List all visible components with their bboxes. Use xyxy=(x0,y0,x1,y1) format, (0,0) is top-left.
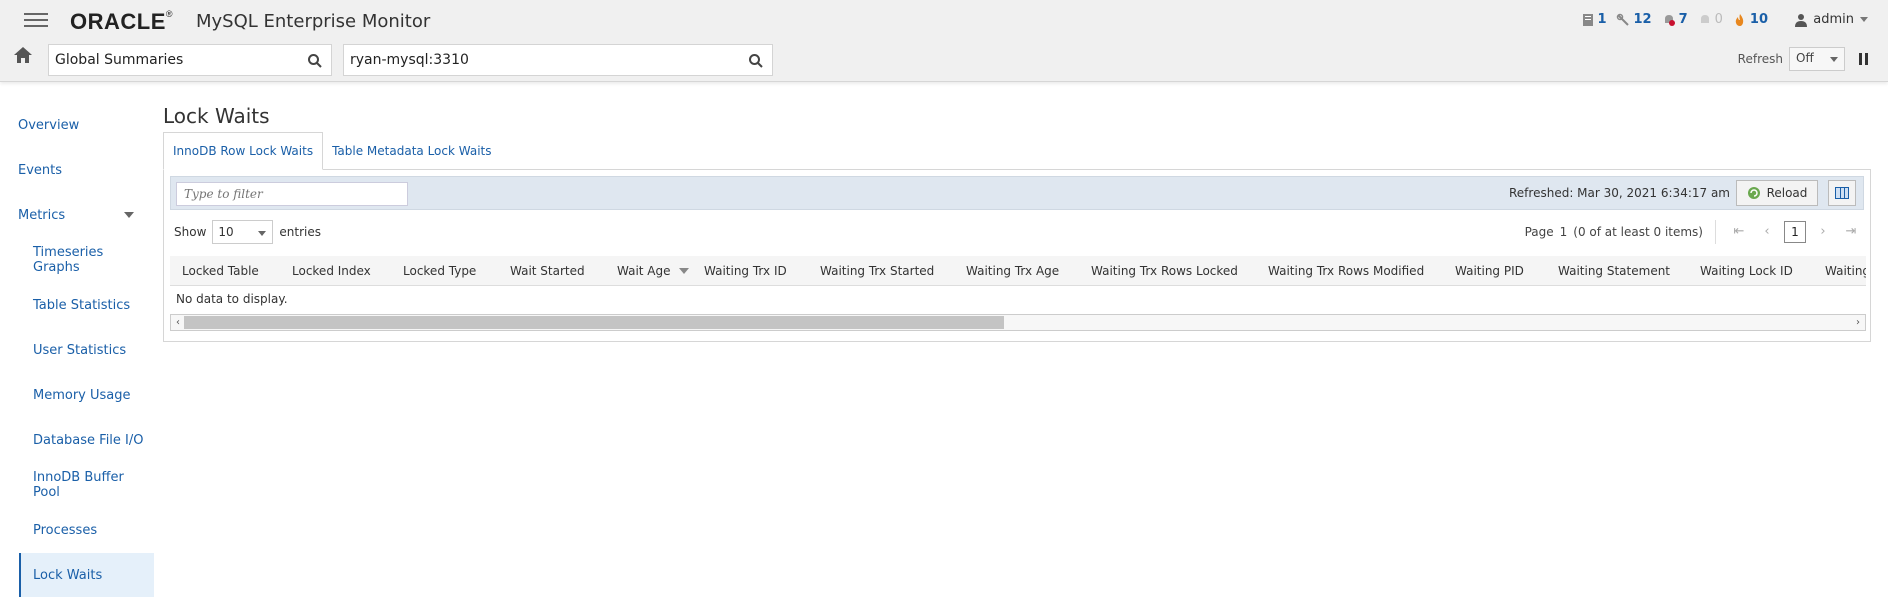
page-number: 1 xyxy=(1559,225,1568,239)
muted-count: 0 xyxy=(1714,12,1723,27)
sidebar-item-innodb-buffer-pool[interactable]: InnoDB Buffer Pool xyxy=(19,463,154,507)
column-header[interactable]: Waiting Trx Started xyxy=(808,256,954,285)
entries-select[interactable]: 10 xyxy=(212,220,274,244)
sort-desc-icon xyxy=(678,267,689,274)
fire-status[interactable]: 10 xyxy=(1733,12,1768,27)
alert-count: 7 xyxy=(1678,12,1688,27)
column-header-label: Wait Age xyxy=(617,263,671,278)
column-header[interactable]: Locked Table xyxy=(170,256,280,285)
alert-status[interactable]: 7 xyxy=(1662,12,1688,27)
column-header[interactable]: Waiting Lock ID xyxy=(1688,256,1813,285)
column-header[interactable]: Waiting PID xyxy=(1443,256,1546,285)
horizontal-scrollbar[interactable]: ‹ › xyxy=(170,314,1866,331)
column-header[interactable]: Waiting Trx ID xyxy=(692,256,808,285)
server-count: 1 xyxy=(1597,12,1607,27)
page-info: (0 of at least 0 items) xyxy=(1573,225,1703,239)
home-icon[interactable] xyxy=(12,44,34,66)
tab-bar: InnoDB Row Lock Waits Table Metadata Loc… xyxy=(163,132,500,170)
column-header[interactable]: Waiting Trx Rows Modified xyxy=(1256,256,1443,285)
pagination: Page 1 (0 of at least 0 items) ⇤ ‹ 1 › ⇥ xyxy=(1525,220,1862,244)
column-header[interactable]: Locked Index xyxy=(280,256,391,285)
refresh-label: Refresh xyxy=(1737,52,1783,66)
column-chooser-button[interactable] xyxy=(1828,180,1856,206)
first-page-icon[interactable]: ⇤ xyxy=(1728,221,1750,243)
oracle-logo: ORACLE® xyxy=(70,9,174,34)
fire-count: 10 xyxy=(1749,12,1768,27)
column-header[interactable]: Waiting Trx Age xyxy=(954,256,1079,285)
group-search-box xyxy=(48,44,332,76)
sidebar-item-table-statistics[interactable]: Table Statistics xyxy=(19,283,154,327)
fire-icon xyxy=(1735,13,1744,26)
prev-page-icon[interactable]: ‹ xyxy=(1756,221,1778,243)
show-label: Show xyxy=(174,225,207,239)
user-icon xyxy=(1795,13,1808,27)
hamburger-menu-icon[interactable] xyxy=(24,13,48,29)
sidebar-item-database-file-io[interactable]: Database File I/O xyxy=(19,418,154,462)
sidebar-item-overview[interactable]: Overview xyxy=(18,103,154,147)
reload-icon xyxy=(1747,187,1760,199)
search-icon[interactable] xyxy=(748,53,764,69)
search-icon[interactable] xyxy=(307,53,323,69)
username: admin xyxy=(1813,12,1854,27)
column-header[interactable]: Waiting Trx Rows Locked xyxy=(1079,256,1256,285)
query-status[interactable]: 12 xyxy=(1616,12,1652,27)
sidebar-item-timeseries-graphs[interactable]: Timeseries Graphs xyxy=(19,238,154,282)
instance-search-input[interactable] xyxy=(344,45,530,75)
muted-bell-icon xyxy=(1700,14,1709,23)
page-title: Lock Waits xyxy=(163,104,270,128)
divider xyxy=(1715,220,1716,244)
sidebar-item-processes[interactable]: Processes xyxy=(19,508,154,552)
columns-icon xyxy=(1835,187,1849,199)
sidebar-item-memory-usage[interactable]: Memory Usage xyxy=(19,373,154,417)
column-header[interactable]: Wait Started xyxy=(498,256,605,285)
entries-label: entries xyxy=(279,225,321,239)
sidebar-item-label: Metrics xyxy=(18,207,66,223)
tab-table-metadata-lock-waits[interactable]: Table Metadata Lock Waits xyxy=(323,132,500,170)
server-status[interactable]: 1 xyxy=(1582,12,1606,27)
refreshed-timestamp: Refreshed: Mar 30, 2021 6:34:17 am xyxy=(1509,186,1730,200)
instance-search-box xyxy=(343,44,773,76)
sidebar: Overview Events Metrics Timeseries Graph… xyxy=(0,82,154,605)
page-label: Page xyxy=(1524,225,1554,239)
product-title: MySQL Enterprise Monitor xyxy=(196,11,431,32)
no-data-message: No data to display. xyxy=(176,292,288,306)
sidebar-item-metrics[interactable]: Metrics xyxy=(18,193,154,237)
column-header[interactable]: Locked Type xyxy=(391,256,498,285)
scroll-right-icon[interactable]: › xyxy=(1852,316,1864,329)
muted-status[interactable]: 0 xyxy=(1698,12,1723,27)
sidebar-item-events[interactable]: Events xyxy=(18,148,154,192)
last-page-icon[interactable]: ⇥ xyxy=(1840,221,1862,243)
scroll-left-icon[interactable]: ‹ xyxy=(172,316,184,329)
column-header[interactable]: Waiting xyxy=(1813,256,1866,285)
reload-label: Reload xyxy=(1766,186,1808,200)
sidebar-item-lock-waits[interactable]: Lock Waits xyxy=(19,553,154,597)
chevron-down-icon xyxy=(1860,16,1868,22)
lock-waits-panel: Refreshed: Mar 30, 2021 6:34:17 am Reloa… xyxy=(163,169,1871,342)
next-page-icon[interactable]: › xyxy=(1812,221,1834,243)
sidebar-item-user-statistics[interactable]: User Statistics xyxy=(19,328,154,372)
scrollbar-thumb[interactable] xyxy=(184,316,1004,329)
user-menu[interactable]: admin xyxy=(1795,12,1868,27)
refresh-select[interactable]: Off xyxy=(1789,47,1845,71)
column-header[interactable]: Waiting Statement xyxy=(1546,256,1688,285)
column-header-sorted[interactable]: Wait Age xyxy=(605,256,692,285)
table-toolbar: Refreshed: Mar 30, 2021 6:34:17 am Reloa… xyxy=(170,176,1864,210)
reload-button[interactable]: Reload xyxy=(1736,180,1818,206)
current-page[interactable]: 1 xyxy=(1784,221,1806,243)
server-icon xyxy=(1583,13,1594,26)
pause-icon[interactable] xyxy=(1859,53,1868,65)
lock-waits-table: Locked Table Locked Index Locked Type Wa… xyxy=(170,256,1866,308)
page-size-control: Show 10 entries xyxy=(174,220,321,244)
query-icon xyxy=(1617,13,1630,26)
chevron-down-icon[interactable] xyxy=(124,212,134,218)
refresh-control: Refresh Off xyxy=(1738,47,1868,71)
table-header: Locked Table Locked Index Locked Type Wa… xyxy=(170,256,1866,286)
status-summary: 1 12 7 0 10 xyxy=(1582,12,1768,27)
tab-innodb-row-lock-waits[interactable]: InnoDB Row Lock Waits xyxy=(163,132,324,170)
query-count: 12 xyxy=(1633,12,1652,27)
filter-input[interactable] xyxy=(176,182,408,206)
group-search-input[interactable] xyxy=(49,45,235,75)
top-header: ORACLE® MySQL Enterprise Monitor 1 12 7 … xyxy=(0,0,1888,82)
alert-bell-icon xyxy=(1664,14,1675,26)
